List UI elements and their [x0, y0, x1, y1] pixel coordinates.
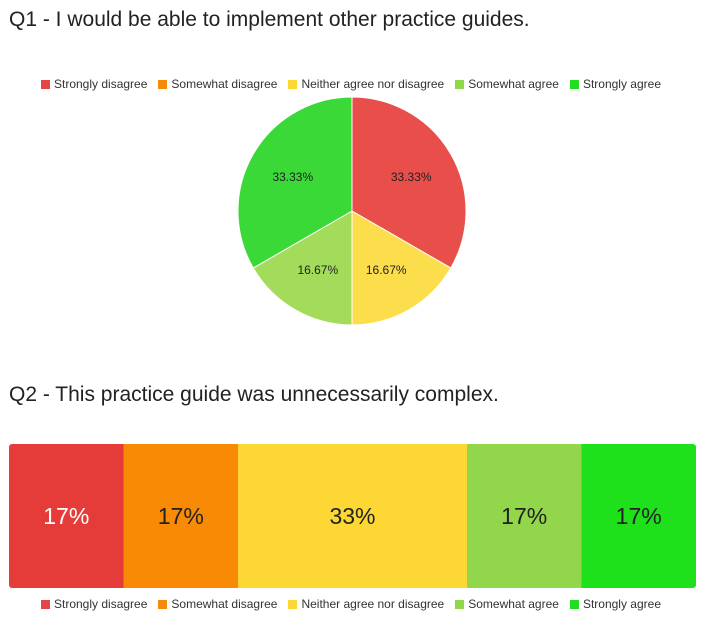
- legend-label: Somewhat agree: [468, 597, 559, 611]
- bar-label-somewhat-disagree: 17%: [158, 503, 204, 529]
- bar-label-strongly-disagree: 17%: [43, 503, 89, 529]
- legend-item-strongly-agree[interactable]: Strongly agree: [569, 597, 661, 611]
- pie-label-neither-agree-nor-disagree: 16.67%: [366, 263, 407, 277]
- q2-title: Q2 - This practice guide was unnecessari…: [9, 383, 499, 406]
- legend-label: Strongly disagree: [54, 597, 148, 611]
- legend-item-somewhat-agree[interactable]: Somewhat agree: [455, 597, 559, 611]
- legend-label: Strongly agree: [582, 597, 661, 611]
- bar-label-somewhat-agree: 17%: [501, 503, 547, 529]
- legend-swatch: [569, 599, 579, 609]
- bar-label-strongly-agree: 17%: [616, 503, 662, 529]
- pie-label-strongly-disagree: 33.33%: [391, 170, 432, 184]
- q2-legend: Strongly disagree Somewhat disagree Neit…: [0, 597, 702, 611]
- legend-swatch: [158, 599, 168, 609]
- legend-item-neither[interactable]: Neither agree nor disagree: [288, 597, 444, 611]
- legend-swatch: [455, 599, 465, 609]
- legend-label: Somewhat disagree: [171, 597, 278, 611]
- pie-label-strongly-agree: 33.33%: [272, 170, 313, 184]
- legend-swatch: [288, 599, 298, 609]
- bar-label-neither-agree-nor-disagree: 33%: [329, 503, 375, 529]
- legend-label: Neither agree nor disagree: [301, 597, 445, 611]
- pie-label-somewhat-agree: 16.67%: [297, 263, 338, 277]
- q1-pie-chart: 33.33% 16.67% 16.67% 33.33%: [237, 96, 467, 326]
- legend-item-somewhat-disagree[interactable]: Somewhat disagree: [158, 597, 277, 611]
- q2-stacked-bar-chart: 17% 17% 33% 17% 17%: [9, 444, 696, 588]
- legend-swatch: [41, 599, 50, 609]
- legend-item-strongly-disagree[interactable]: Strongly disagree: [41, 597, 147, 611]
